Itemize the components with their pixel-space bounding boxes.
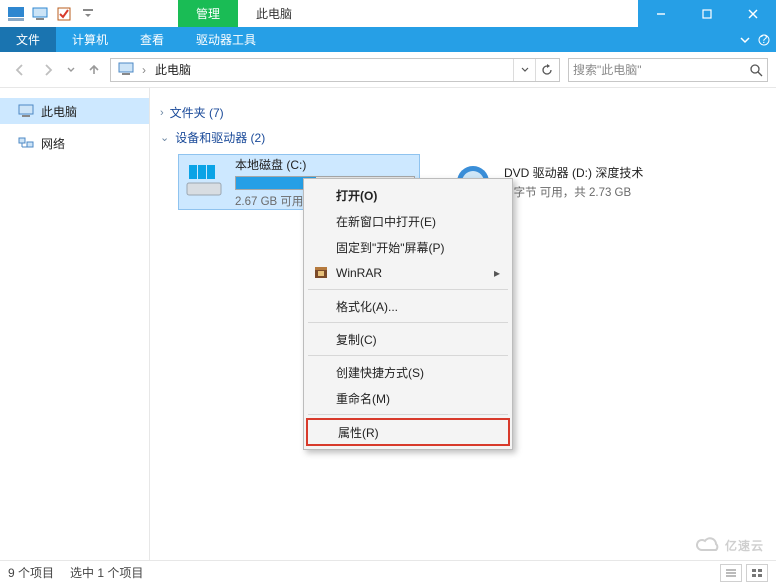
menu-create-shortcut-label: 创建快捷方式(S) (336, 364, 424, 381)
winrar-icon (312, 264, 330, 282)
menu-format[interactable]: 格式化(A)... (306, 293, 510, 319)
menu-open-new-window[interactable]: 在新窗口中打开(E) (306, 208, 510, 234)
nav-back-button[interactable] (8, 58, 32, 82)
context-menu: 打开(O) 在新窗口中打开(E) 固定到"开始"屏幕(P) WinRAR ▸ 格… (303, 178, 513, 450)
menu-separator-3 (308, 355, 508, 356)
ribbon-tabs: 文件 计算机 查看 驱动器工具 ? (0, 27, 776, 52)
view-icons-button[interactable] (746, 564, 768, 582)
drive-d-sub: 0 字节 可用，共 2.73 GB (504, 184, 686, 200)
breadcrumb-sep-icon[interactable]: › (139, 63, 149, 77)
address-bar[interactable]: › 此电脑 (110, 58, 560, 82)
submenu-arrow-icon: ▸ (494, 266, 500, 280)
group-folders[interactable]: › 文件夹 (7) (160, 104, 770, 121)
sidebar-this-pc-label: 此电脑 (41, 103, 77, 120)
tab-view[interactable]: 查看 (124, 27, 180, 52)
chevron-right-icon: › (160, 107, 164, 119)
close-button[interactable] (730, 0, 776, 27)
drive-d-name: DVD 驱动器 (D:) 深度技术 (504, 164, 686, 181)
tab-view-label: 查看 (140, 31, 164, 48)
watermark-label: 亿速云 (725, 537, 764, 554)
tab-drive-tools-label: 驱动器工具 (196, 31, 256, 48)
qat-pc-icon[interactable] (28, 2, 52, 26)
menu-separator-2 (308, 322, 508, 323)
view-details-button[interactable] (720, 564, 742, 582)
status-selected-count: 选中 1 个项目 (70, 564, 143, 581)
group-devices[interactable]: ⌄ 设备和驱动器 (2) (160, 129, 770, 146)
menu-winrar-label: WinRAR (336, 266, 382, 280)
qat-overflow-icon[interactable] (76, 2, 100, 26)
search-input[interactable] (573, 63, 749, 77)
window-controls (638, 0, 776, 27)
menu-properties[interactable]: 属性(R) (306, 418, 510, 446)
menu-open-label: 打开(O) (336, 187, 377, 204)
nav-recent-icon[interactable] (64, 58, 78, 82)
network-icon (18, 136, 34, 150)
sidebar-item-network[interactable]: 网络 (0, 130, 149, 156)
cloud-icon (695, 536, 721, 554)
tab-manage-label: 管理 (196, 5, 220, 22)
address-row: › 此电脑 (0, 52, 776, 88)
menu-separator-1 (308, 289, 508, 290)
group-devices-label: 设备和驱动器 (2) (175, 129, 265, 146)
tab-manage[interactable]: 管理 (178, 0, 238, 27)
tab-computer[interactable]: 计算机 (56, 27, 124, 52)
menu-create-shortcut[interactable]: 创建快捷方式(S) (306, 359, 510, 385)
tab-this-pc-label: 此电脑 (256, 5, 292, 22)
help-icon[interactable]: ? (758, 34, 770, 46)
menu-rename-label: 重命名(M) (336, 390, 390, 407)
group-folders-label: 文件夹 (7) (170, 104, 224, 121)
tab-file[interactable]: 文件 (0, 27, 56, 52)
chevron-down-icon: ⌄ (160, 131, 169, 144)
search-box[interactable] (568, 58, 768, 82)
nav-forward-button[interactable] (36, 58, 60, 82)
breadcrumb-this-pc[interactable]: 此电脑 (149, 61, 197, 78)
watermark: 亿速云 (695, 536, 764, 554)
tab-drive-tools[interactable]: 驱动器工具 (180, 27, 272, 52)
menu-winrar[interactable]: WinRAR ▸ (306, 260, 510, 286)
svg-text:?: ? (761, 34, 768, 46)
menu-properties-label: 属性(R) (338, 424, 379, 441)
drive-c-name: 本地磁盘 (C:) (235, 156, 415, 173)
tab-file-label: 文件 (16, 31, 40, 48)
this-pc-icon (18, 104, 34, 118)
address-refresh-icon[interactable] (535, 59, 557, 81)
explorer-icon (4, 2, 28, 26)
menu-open[interactable]: 打开(O) (306, 182, 510, 208)
sidebar-item-this-pc[interactable]: 此电脑 (0, 98, 149, 124)
address-dropdown-icon[interactable] (513, 59, 535, 81)
qat-check-icon[interactable] (52, 2, 76, 26)
menu-pin-start[interactable]: 固定到"开始"屏幕(P) (306, 234, 510, 260)
quick-access-toolbar (4, 0, 100, 27)
menu-copy[interactable]: 复制(C) (306, 326, 510, 352)
status-bar: 9 个项目 选中 1 个项目 (0, 560, 776, 584)
contextual-tabs: 管理 此电脑 (178, 0, 310, 27)
menu-rename[interactable]: 重命名(M) (306, 385, 510, 411)
status-item-count: 9 个项目 (8, 564, 54, 581)
nav-up-button[interactable] (82, 58, 106, 82)
maximize-button[interactable] (684, 0, 730, 27)
menu-format-label: 格式化(A)... (336, 298, 398, 315)
sidebar-network-label: 网络 (41, 135, 65, 152)
drive-c-icon (183, 161, 225, 203)
title-row: 管理 此电脑 (0, 0, 776, 27)
menu-copy-label: 复制(C) (336, 331, 377, 348)
tab-this-pc-title: 此电脑 (238, 0, 310, 27)
minimize-button[interactable] (638, 0, 684, 27)
tab-computer-label: 计算机 (72, 31, 108, 48)
menu-open-new-window-label: 在新窗口中打开(E) (336, 213, 436, 230)
ribbon-expand-icon[interactable] (740, 35, 750, 45)
address-pc-icon (117, 61, 135, 79)
menu-separator-4 (308, 414, 508, 415)
search-icon[interactable] (749, 63, 763, 77)
nav-sidebar: 此电脑 网络 (0, 88, 150, 560)
menu-pin-start-label: 固定到"开始"屏幕(P) (336, 239, 445, 256)
